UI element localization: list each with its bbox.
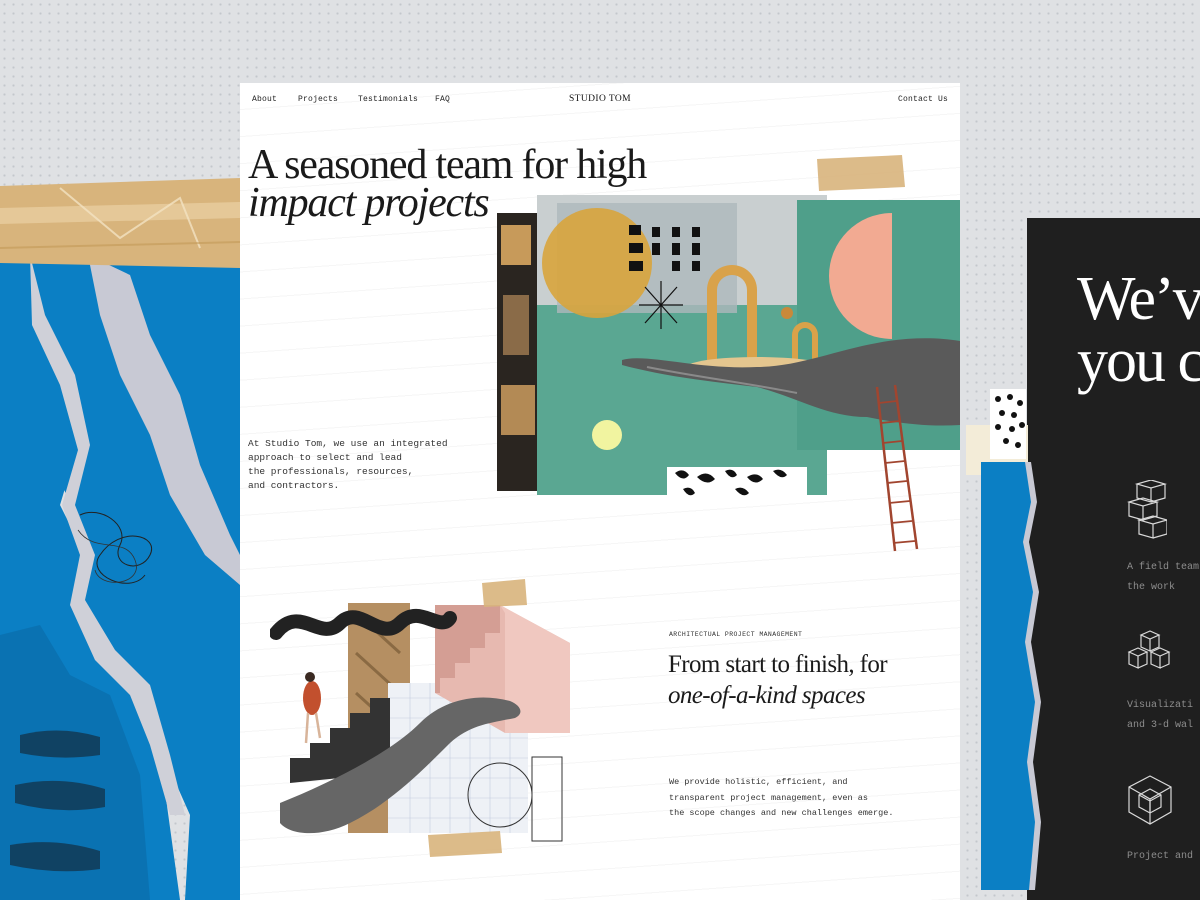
section-eyebrow: ARCHITECTUAL PROJECT MANAGEMENT — [669, 631, 803, 638]
stacked-cubes-icon — [1127, 480, 1167, 539]
feature-text: A field team the work — [1127, 558, 1200, 598]
dark-title-line2: you co — [1077, 327, 1200, 395]
section-desc-line: We provide holistic, efficient, and — [669, 777, 848, 787]
feature-line: Visualizati — [1127, 700, 1194, 711]
nav-link-contact[interactable]: Contact Us — [898, 95, 948, 104]
feature-line: Project and — [1127, 851, 1194, 862]
feature-text: Project and — [1127, 847, 1200, 867]
section-description: We provide holistic, efficient, and tran… — [669, 775, 899, 822]
hero-desc-line: approach to select and lead — [248, 452, 402, 463]
section-desc-line: transparent project management, even as — [669, 792, 868, 803]
section-title-line1: From start to finish, for — [668, 651, 888, 678]
feature-line: the work — [1127, 582, 1176, 593]
dark-panel-title: We’ve you co — [1077, 268, 1200, 392]
dark-title-line1: We’ve — [1077, 265, 1200, 333]
section-title-line2: one-of-a-kind spaces — [668, 682, 866, 709]
hero-description: At Studio Tom, we use an integrated appr… — [248, 437, 458, 493]
feature-line: and 3-d wal — [1127, 720, 1194, 731]
packing-tape-strip — [0, 178, 240, 273]
section-title: From start to finish, for one-of-a-kind … — [668, 649, 958, 711]
feature-line: A field team — [1127, 562, 1200, 573]
cube-in-cube-icon — [1128, 775, 1172, 825]
cube-cluster-icon — [1127, 630, 1171, 669]
dark-services-panel: We’ve you co A field team the work Visua… — [1027, 218, 1200, 900]
hero-desc-line: and contractors. — [248, 480, 340, 491]
hero-desc-line: At Studio Tom, we use an integrated — [248, 438, 448, 449]
landing-page-preview: About Projects Testimonials FAQ STUDIO T… — [240, 83, 960, 900]
blue-torn-paper-strip — [981, 462, 1043, 890]
top-navigation: About Projects Testimonials FAQ STUDIO T… — [252, 94, 948, 113]
brand-logo[interactable]: STUDIO TOM — [252, 94, 948, 104]
feature-text: Visualizati and 3-d wal — [1127, 696, 1200, 736]
hero-collage-illustration — [497, 155, 960, 552]
hero-desc-line: the professionals, resources, — [248, 466, 414, 477]
stairs-collage-illustration — [270, 579, 570, 857]
blue-torn-paper-collage — [0, 255, 240, 900]
section-desc-line: the scope changes and new challenges eme… — [669, 808, 894, 818]
